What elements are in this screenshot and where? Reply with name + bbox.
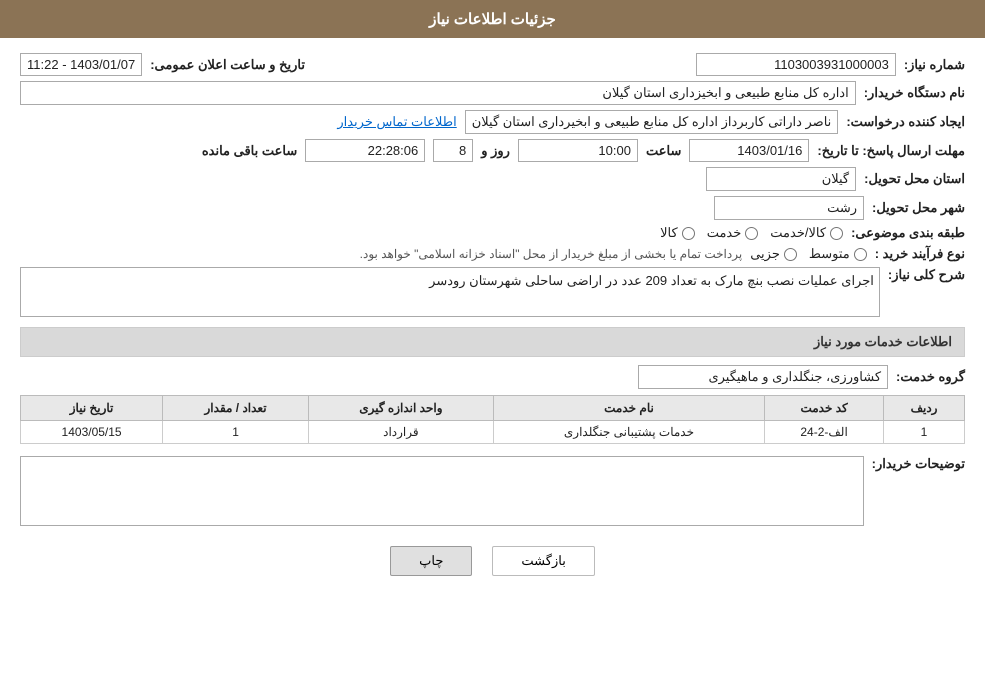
announce-date-label: تاریخ و ساعت اعلان عمومی: (150, 57, 305, 73)
response-days: 8 (433, 139, 473, 162)
button-row: بازگشت چاپ (20, 546, 965, 576)
response-time: 10:00 (518, 139, 638, 162)
services-section-title: اطلاعات خدمات مورد نیاز (20, 327, 965, 357)
col-service-name: نام خدمت (493, 396, 764, 421)
services-table-body: 1الف-2-24خدمات پشتیبانی جنگلداریقرارداد1… (21, 421, 965, 444)
buyer-notes-label: توضیحات خریدار: (872, 456, 965, 472)
purchase-type-note: پرداخت تمام یا بخشی از مبلغ خریدار از مح… (360, 247, 743, 261)
province-value: گیلان (706, 167, 856, 191)
col-service-code: کد خدمت (765, 396, 884, 421)
response-remaining-label: ساعت باقی مانده (202, 143, 297, 159)
service-group-label: گروه خدمت: (896, 369, 965, 385)
purchase-type-radio-group: متوسط جزیی (750, 246, 867, 262)
buyer-notes-textarea[interactable] (20, 456, 864, 526)
services-table: ردیف کد خدمت نام خدمت واحد اندازه گیری ت… (20, 395, 965, 444)
announce-date-value: 1403/01/07 - 11:22 (20, 53, 142, 76)
province-label: استان محل تحویل: (864, 171, 965, 187)
col-date: تاریخ نیاز (21, 396, 163, 421)
purchase-type-row: نوع فرآیند خرید : متوسط جزیی پرداخت تمام… (20, 246, 965, 262)
response-date: 1403/01/16 (689, 139, 809, 162)
service-group-row: گروه خدمت: کشاورزی، جنگلداری و ماهیگیری (20, 365, 965, 389)
response-time-label: ساعت (646, 143, 681, 159)
description-value: اجرای عملیات نصب بنچ مارک به تعداد 209 ع… (20, 267, 880, 317)
creator-label: ایجاد کننده درخواست: (846, 114, 965, 130)
page-title: جزئیات اطلاعات نیاز (429, 11, 556, 28)
buyer-org-label: نام دستگاه خریدار: (864, 85, 965, 101)
service-group-value: کشاورزی، جنگلداری و ماهیگیری (638, 365, 888, 389)
need-number-value: 1103003931000003 (696, 53, 896, 76)
city-value: رشت (714, 196, 864, 220)
buyer-notes-row: توضیحات خریدار: (20, 456, 965, 526)
page-wrapper: جزئیات اطلاعات نیاز شماره نیاز: 11030039… (0, 0, 985, 691)
creator-row: ایجاد کننده درخواست: ناصر داراتی کاربردا… (20, 110, 965, 134)
description-row: شرح کلی نیاز: اجرای عملیات نصب بنچ مارک … (20, 267, 965, 317)
buyer-org-value: اداره کل منابع طبیعی و ابخیزداری استان گ… (20, 81, 856, 105)
province-row: استان محل تحویل: گیلان (20, 167, 965, 191)
table-row: 1الف-2-24خدمات پشتیبانی جنگلداریقرارداد1… (21, 421, 965, 444)
col-quantity: تعداد / مقدار (163, 396, 309, 421)
need-number-label: شماره نیاز: (904, 57, 965, 73)
description-label: شرح کلی نیاز: (888, 267, 965, 283)
need-number-row: شماره نیاز: 1103003931000003 تاریخ و ساع… (20, 53, 965, 76)
category-radio-group: کالا/خدمت خدمت کالا (660, 225, 843, 241)
city-row: شهر محل تحویل: رشت (20, 196, 965, 220)
category-option-kala[interactable]: کالا (660, 225, 695, 241)
response-days-label: روز و (481, 143, 510, 159)
city-label: شهر محل تحویل: (872, 200, 965, 216)
category-option-khedmat[interactable]: خدمت (707, 225, 759, 241)
main-content: شماره نیاز: 1103003931000003 تاریخ و ساع… (0, 38, 985, 601)
services-table-header: ردیف کد خدمت نام خدمت واحد اندازه گیری ت… (21, 396, 965, 421)
page-header: جزئیات اطلاعات نیاز (0, 0, 985, 38)
creator-value: ناصر داراتی کاربرداز اداره کل منابع طبیع… (465, 110, 839, 134)
back-button[interactable]: بازگشت (492, 546, 594, 576)
col-rownum: ردیف (884, 396, 965, 421)
purchase-type-motavasset[interactable]: متوسط (809, 246, 867, 262)
buyer-org-row: نام دستگاه خریدار: اداره کل منابع طبیعی … (20, 81, 965, 105)
category-row: طبقه بندی موضوعی: کالا/خدمت خدمت کالا (20, 225, 965, 241)
purchase-type-jozii[interactable]: جزیی (750, 246, 797, 262)
print-button[interactable]: چاپ (390, 546, 472, 576)
response-deadline-row: مهلت ارسال پاسخ: تا تاریخ: 1403/01/16 سا… (20, 139, 965, 162)
creator-link[interactable]: اطلاعات تماس خریدار (337, 114, 456, 130)
category-option-kala-khedmat[interactable]: کالا/خدمت (770, 225, 843, 241)
col-unit: واحد اندازه گیری (308, 396, 493, 421)
purchase-type-label: نوع فرآیند خرید : (875, 246, 965, 262)
category-label: طبقه بندی موضوعی: (851, 225, 965, 241)
response-remaining: 22:28:06 (305, 139, 425, 162)
response-deadline-label: مهلت ارسال پاسخ: تا تاریخ: (817, 143, 965, 159)
